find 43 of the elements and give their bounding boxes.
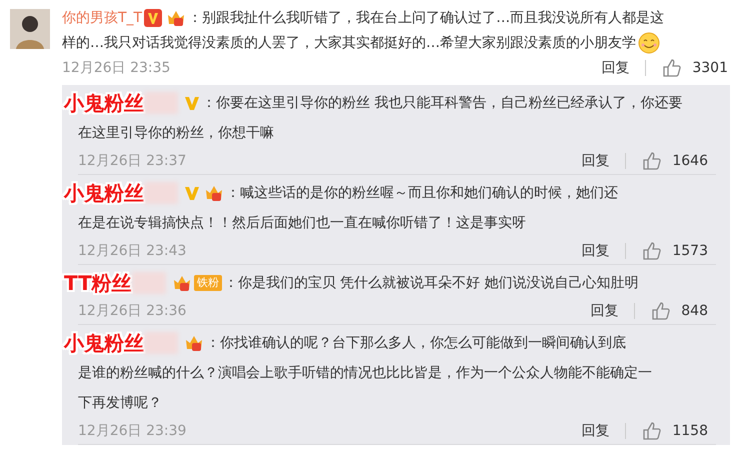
overlay-label: 小鬼粉丝 bbox=[64, 90, 144, 116]
timestamp: 12月26日 23:36 bbox=[78, 302, 186, 320]
reply-link[interactable]: 回复 bbox=[590, 302, 618, 320]
crown-icon bbox=[172, 274, 192, 292]
crown-icon bbox=[204, 184, 224, 202]
reply-text: 是谁的粉丝喊的什么？演唱会上歌手听错的情况也比比皆是，作为一个公众人物能不能确定一 bbox=[78, 364, 652, 382]
reply-text: 在这里引导你的粉丝，你想干嘛 bbox=[78, 124, 274, 142]
timestamp: 12月26日 23:39 bbox=[78, 422, 186, 440]
reply-link[interactable]: 回复 bbox=[601, 59, 630, 77]
thumbs-up-icon[interactable] bbox=[642, 151, 662, 171]
like-count: 1573 bbox=[672, 243, 708, 259]
timestamp: 12月26日 23:43 bbox=[78, 242, 186, 260]
comment-text: 样的…我只对话我觉得没素质的人罢了，大家其实都挺好的…希望大家别跟没素质的小朋友学 bbox=[62, 34, 636, 52]
reply-text: 下再发博呢？ bbox=[78, 394, 162, 412]
vip-icon bbox=[184, 185, 200, 201]
comment-text: ：别跟我扯什么我听错了，我在台上问了确认过了…而且我没说所有人都是这 bbox=[188, 8, 664, 26]
reply-text: ：你是我们的宝贝 凭什么就被说耳朵不好 她们说没说自己心知肚明 bbox=[224, 274, 639, 292]
reply-text: 在是在说专辑搞快点！！然后后面她们也一直在喊你听错了！这是事实呀 bbox=[78, 214, 526, 232]
timestamp: 12月26日 23:35 bbox=[62, 59, 170, 77]
thumbs-up-icon[interactable] bbox=[651, 301, 672, 321]
reply-link[interactable]: 回复 bbox=[581, 422, 610, 440]
reply-link[interactable]: 回复 bbox=[581, 152, 610, 170]
reply-text: ：你找谁确认的呢？台下那么多人，你怎么可能做到一瞬间确认到底 bbox=[206, 334, 626, 352]
like-count: 1646 bbox=[672, 153, 708, 169]
reply-text: ：喊这些话的是你的粉丝喔～而且你和她们确认的时候，她们还 bbox=[226, 184, 618, 202]
like-count: 3301 bbox=[692, 60, 728, 76]
verified-icon bbox=[144, 8, 162, 26]
like-count: 848 bbox=[681, 303, 708, 319]
overlay-label: 小鬼粉丝 bbox=[64, 330, 144, 356]
thumbs-up-icon[interactable] bbox=[642, 241, 662, 261]
overlay-label: 小鬼粉丝 bbox=[64, 180, 144, 206]
crown-icon bbox=[184, 334, 204, 352]
crown-icon bbox=[166, 8, 186, 26]
timestamp: 12月26日 23:37 bbox=[78, 152, 186, 170]
thumbs-up-icon[interactable] bbox=[662, 58, 682, 78]
thumbs-up-icon[interactable] bbox=[642, 421, 662, 441]
reply-text: ：你要在这里引导你的粉丝 我也只能耳科警告，自己粉丝已经承认了，你还要 bbox=[202, 94, 682, 112]
fan-badge: 铁粉 bbox=[194, 275, 222, 291]
vip-icon bbox=[184, 95, 200, 111]
overlay-label: TT粉丝 bbox=[64, 270, 132, 296]
reply-link[interactable]: 回复 bbox=[581, 242, 610, 260]
like-count: 1158 bbox=[672, 423, 708, 439]
avatar[interactable] bbox=[10, 9, 50, 49]
